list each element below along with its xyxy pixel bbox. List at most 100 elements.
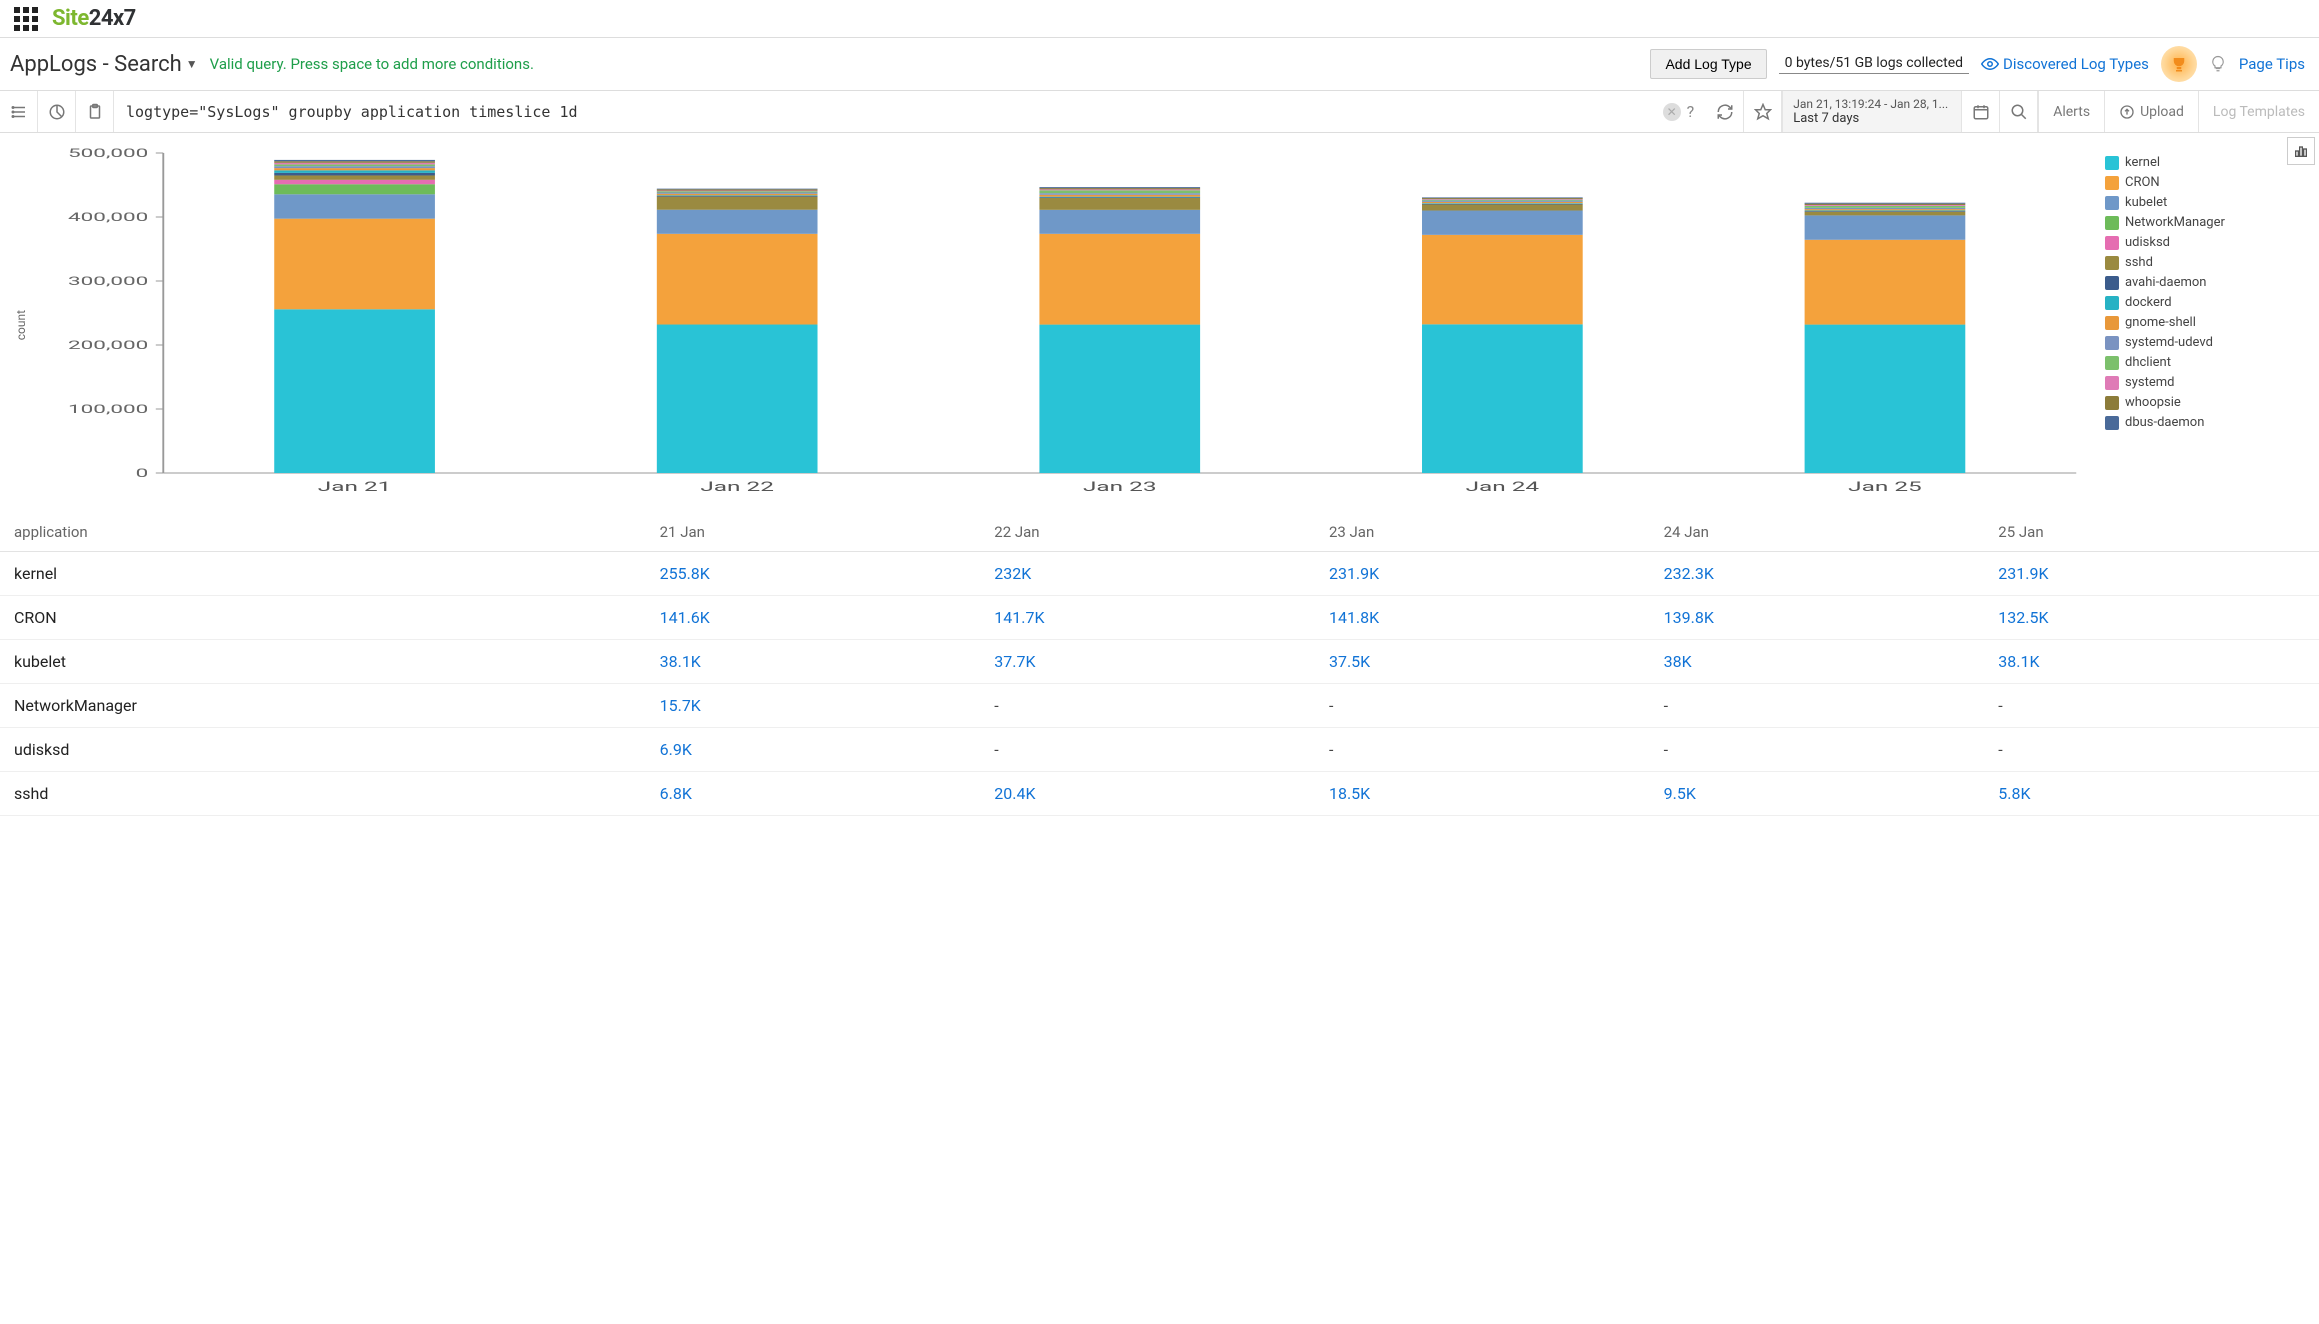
table-row: CRON141.6K141.7K141.8K139.8K132.5K <box>0 596 2319 640</box>
query-help-icon[interactable]: ? <box>1687 102 1695 121</box>
cell-value[interactable]: 231.9K <box>1315 552 1650 596</box>
cell-value[interactable]: 37.5K <box>1315 640 1650 684</box>
cell-value[interactable]: 232K <box>980 552 1315 596</box>
legend-item-dockerd[interactable]: dockerd <box>2105 295 2305 310</box>
legend-label: systemd-udevd <box>2125 335 2213 350</box>
stacked-bar-chart[interactable]: 0100,000200,000300,000400,000500,000Jan … <box>32 143 2095 503</box>
app-launcher-icon[interactable] <box>14 7 38 31</box>
cell-value[interactable]: 38.1K <box>1984 640 2319 684</box>
table-row: sshd6.8K20.4K18.5K9.5K5.8K <box>0 772 2319 816</box>
page-title-dropdown[interactable]: AppLogs - Search ▼ <box>10 52 198 77</box>
col-date[interactable]: 22 Jan <box>980 513 1315 552</box>
col-date[interactable]: 25 Jan <box>1984 513 2319 552</box>
legend-item-gnome-shell[interactable]: gnome-shell <box>2105 315 2305 330</box>
legend-label: avahi-daemon <box>2125 275 2206 290</box>
cell-value: - <box>1315 728 1650 772</box>
range-preset: Last 7 days <box>1793 111 1951 126</box>
logs-quota: 0 bytes/51 GB logs collected <box>1779 55 1969 74</box>
legend-item-NetworkManager[interactable]: NetworkManager <box>2105 215 2305 230</box>
legend-swatch <box>2105 176 2119 190</box>
cell-app: udisksd <box>0 728 646 772</box>
query-text: logtype="SysLogs" groupby application ti… <box>126 103 1663 121</box>
legend-swatch <box>2105 376 2119 390</box>
log-templates-button[interactable]: Log Templates <box>2198 91 2319 132</box>
calendar-icon[interactable] <box>1962 91 2000 132</box>
legend-item-systemd[interactable]: systemd <box>2105 375 2305 390</box>
legend-label: kubelet <box>2125 195 2167 210</box>
cell-value[interactable]: 18.5K <box>1315 772 1650 816</box>
cell-value[interactable]: 37.7K <box>980 640 1315 684</box>
cell-value: - <box>1650 728 1985 772</box>
svg-text:400,000: 400,000 <box>68 210 148 224</box>
legend-label: kernel <box>2125 155 2160 170</box>
svg-text:300,000: 300,000 <box>68 274 148 288</box>
svg-text:Jan 22: Jan 22 <box>700 479 774 494</box>
clipboard-icon[interactable] <box>76 91 114 132</box>
cell-value[interactable]: 20.4K <box>980 772 1315 816</box>
cell-value[interactable]: 141.8K <box>1315 596 1650 640</box>
legend-label: whoopsie <box>2125 395 2181 410</box>
col-application[interactable]: application <box>0 513 646 552</box>
cell-value[interactable]: 6.9K <box>646 728 981 772</box>
col-date[interactable]: 23 Jan <box>1315 513 1650 552</box>
cell-value[interactable]: 15.7K <box>646 684 981 728</box>
cell-value[interactable]: 141.7K <box>980 596 1315 640</box>
legend-item-avahi-daemon[interactable]: avahi-daemon <box>2105 275 2305 290</box>
page-tips-link[interactable]: Page Tips <box>2239 55 2305 73</box>
eye-icon <box>1981 55 1999 73</box>
cell-value[interactable]: 38K <box>1650 640 1985 684</box>
site24x7-logo[interactable]: Site24x7 <box>52 6 136 31</box>
cell-value[interactable]: 232.3K <box>1650 552 1985 596</box>
query-input[interactable]: logtype="SysLogs" groupby application ti… <box>114 91 1706 132</box>
cell-app: kubelet <box>0 640 646 684</box>
legend-item-udisksd[interactable]: udisksd <box>2105 235 2305 250</box>
table-row: kernel255.8K232K231.9K232.3K231.9K <box>0 552 2319 596</box>
cell-value[interactable]: 141.6K <box>646 596 981 640</box>
cell-value[interactable]: 231.9K <box>1984 552 2319 596</box>
legend-item-kernel[interactable]: kernel <box>2105 155 2305 170</box>
cell-app: kernel <box>0 552 646 596</box>
highlight-badge[interactable] <box>2161 46 2197 82</box>
col-date[interactable]: 21 Jan <box>646 513 981 552</box>
legend-item-sshd[interactable]: sshd <box>2105 255 2305 270</box>
legend-swatch <box>2105 276 2119 290</box>
svg-text:Jan 25: Jan 25 <box>1848 479 1922 494</box>
upload-button[interactable]: Upload <box>2104 91 2198 132</box>
legend-item-kubelet[interactable]: kubelet <box>2105 195 2305 210</box>
legend-item-dbus-daemon[interactable]: dbus-daemon <box>2105 415 2305 430</box>
alerts-button[interactable]: Alerts <box>2038 91 2104 132</box>
legend-item-CRON[interactable]: CRON <box>2105 175 2305 190</box>
time-range-picker[interactable]: Jan 21, 13:19:24 - Jan 28, 1... Last 7 d… <box>1782 91 1962 132</box>
cell-value[interactable]: 132.5K <box>1984 596 2319 640</box>
legend-swatch <box>2105 336 2119 350</box>
chart-type-button[interactable] <box>2287 137 2315 165</box>
cell-value[interactable]: 9.5K <box>1650 772 1985 816</box>
discovered-log-types-link[interactable]: Discovered Log Types <box>1981 55 2149 73</box>
cell-app: NetworkManager <box>0 684 646 728</box>
add-log-type-button[interactable]: Add Log Type <box>1650 49 1766 79</box>
clear-query-icon[interactable]: ✕ <box>1663 103 1681 121</box>
legend-label: sshd <box>2125 255 2153 270</box>
view-list-icon[interactable] <box>0 91 38 132</box>
col-date[interactable]: 24 Jan <box>1650 513 1985 552</box>
legend-item-whoopsie[interactable]: whoopsie <box>2105 395 2305 410</box>
search-icon[interactable] <box>2000 91 2038 132</box>
legend-swatch <box>2105 256 2119 270</box>
cell-value[interactable]: 5.8K <box>1984 772 2319 816</box>
refresh-icon[interactable] <box>1706 91 1744 132</box>
cell-value[interactable]: 6.8K <box>646 772 981 816</box>
svg-text:0: 0 <box>136 466 149 480</box>
star-icon[interactable] <box>1744 91 1782 132</box>
pie-chart-icon[interactable] <box>38 91 76 132</box>
cell-app: CRON <box>0 596 646 640</box>
cell-value[interactable]: 255.8K <box>646 552 981 596</box>
cell-value[interactable]: 139.8K <box>1650 596 1985 640</box>
cell-value: - <box>1984 728 2319 772</box>
legend-label: dhclient <box>2125 355 2171 370</box>
range-dates: Jan 21, 13:19:24 - Jan 28, 1... <box>1793 97 1951 111</box>
cell-value[interactable]: 38.1K <box>646 640 981 684</box>
legend-item-systemd-udevd[interactable]: systemd-udevd <box>2105 335 2305 350</box>
table-row: NetworkManager15.7K---- <box>0 684 2319 728</box>
trophy-icon <box>2170 55 2188 73</box>
legend-item-dhclient[interactable]: dhclient <box>2105 355 2305 370</box>
